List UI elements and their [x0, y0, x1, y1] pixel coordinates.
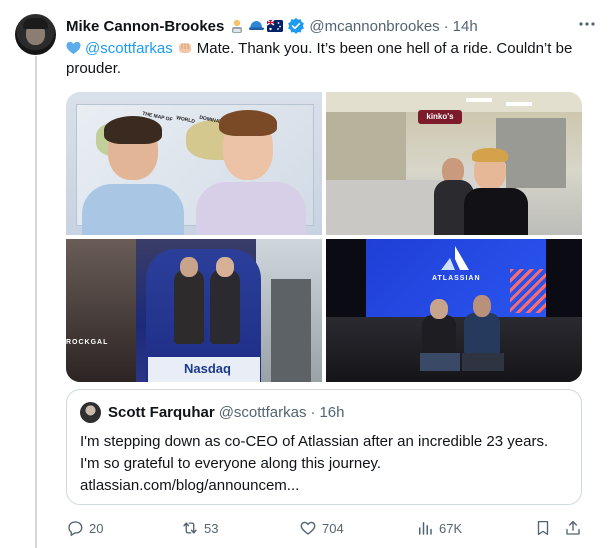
bookmark-button[interactable] [534, 516, 552, 540]
share-button[interactable] [564, 516, 582, 540]
technologist-emoji-icon [232, 19, 243, 33]
quote-link[interactable]: atlassian.com/blog/announcem... [80, 475, 575, 497]
quote-text: I'm stepping down as co-CEO of Atlassian… [80, 431, 575, 497]
quoted-tweet[interactable]: Scott Farquhar @scottfarkas · 16h I'm st… [66, 389, 582, 505]
photo-2[interactable]: kinko's [326, 92, 582, 235]
like-count: 704 [322, 520, 344, 536]
tweet-text: @scottfarkas Mate. Thank you. It’s been … [66, 39, 586, 79]
atlassian-wordmark: ATLASSIAN [432, 275, 481, 282]
action-bar: 20 53 704 67K [66, 516, 586, 540]
author-avatar[interactable] [15, 14, 56, 55]
back-wall [326, 112, 406, 182]
bookmark-icon [537, 520, 549, 536]
atlassian-logo-icon [441, 246, 469, 270]
person-right-legs [462, 353, 504, 371]
name-emojis [229, 18, 284, 34]
ceiling-light [466, 98, 492, 102]
quote-author-name[interactable]: Scott Farquhar [108, 404, 215, 421]
views-button[interactable]: 67K [416, 516, 462, 540]
views-chart-icon [419, 522, 432, 535]
share-icon [566, 520, 580, 535]
billboard-text: ROCKGAL [66, 339, 109, 346]
ceiling-light [506, 102, 532, 106]
tweet-time[interactable]: 14h [453, 18, 478, 35]
photo-1[interactable]: THE MAP OF WORLD DOMINATION [66, 92, 322, 235]
person-left-body [422, 315, 456, 355]
media-grid: THE MAP OF WORLD DOMINATION kinko's ROCK… [66, 92, 582, 382]
quote-separator-dot: · [310, 404, 316, 421]
photo-4[interactable]: ATLASSIAN [326, 239, 582, 382]
person-right-hair [219, 110, 277, 136]
person-right-shirt [196, 182, 306, 235]
author-name[interactable]: Mike Cannon-Brookes [66, 18, 224, 35]
like-button[interactable]: 704 [299, 516, 344, 540]
more-dots-icon [579, 22, 595, 26]
quote-author-avatar[interactable] [80, 402, 101, 423]
person-right-head [216, 257, 234, 277]
left-billboard [66, 239, 136, 382]
mention-link[interactable]: @scottfarkas [85, 40, 173, 57]
reply-button[interactable]: 20 [66, 516, 103, 540]
person-left-shirt [82, 184, 184, 235]
author-handle[interactable]: @mcannonbrookes [309, 18, 439, 35]
separator-dot: · [443, 17, 449, 35]
nasdaq-logo-text: Nasdaq [184, 361, 231, 376]
person-right-hair [472, 148, 508, 162]
person-right-body [464, 188, 528, 235]
repost-button[interactable]: 53 [181, 516, 218, 540]
photo-3[interactable]: ROCKGAL Nasdaq [66, 239, 322, 382]
neon-stripes [510, 269, 546, 313]
repost-icon [183, 522, 197, 534]
person-left-hair [104, 116, 162, 144]
verified-badge-icon [288, 17, 305, 34]
more-options-button[interactable] [576, 13, 598, 35]
like-heart-icon [300, 521, 316, 535]
person-right [210, 269, 240, 344]
thread-line [35, 56, 37, 548]
cap-emoji-icon [249, 21, 265, 30]
quote-line-1: I'm stepping down as co-CEO of Atlassian… [80, 433, 549, 450]
ceiling [326, 92, 582, 112]
building [271, 279, 311, 382]
quote-time[interactable]: 16h [319, 404, 344, 421]
australia-flag-emoji-icon [267, 19, 284, 32]
person-left-legs [420, 353, 460, 371]
tweet-header: Mike Cannon-Brookes @mcannonbrookes · 14… [66, 15, 586, 37]
kinkos-sign: kinko's [418, 110, 462, 124]
quote-line-2: I'm so grateful to everyone along this j… [80, 455, 382, 472]
reply-count: 20 [89, 520, 104, 536]
person-left-head [180, 257, 198, 277]
person-right-head [473, 295, 491, 317]
blue-heart-emoji-icon [66, 41, 81, 55]
repost-count: 53 [204, 520, 219, 536]
reply-icon [68, 521, 83, 537]
fist-bump-emoji-icon [178, 43, 191, 53]
quote-header: Scott Farquhar @scottfarkas · 16h [80, 402, 344, 423]
person-right-body [464, 313, 500, 355]
person-left-head [430, 299, 448, 319]
quote-author-handle[interactable]: @scottfarkas [219, 404, 307, 421]
person-left [174, 269, 204, 344]
views-count: 67K [439, 520, 463, 536]
avatar-cap [23, 18, 48, 29]
